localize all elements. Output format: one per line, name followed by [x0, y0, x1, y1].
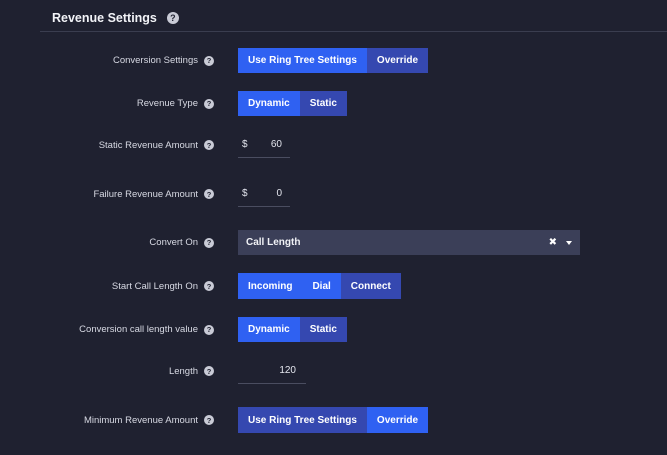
conversion-call-length-value-toggle: Dynamic Static [238, 317, 347, 342]
start-call-length-on-toggle: Incoming Dial Connect [238, 273, 401, 299]
help-icon[interactable]: ? [204, 281, 214, 291]
help-icon[interactable]: ? [204, 189, 214, 199]
use-ring-tree-settings-button[interactable]: Use Ring Tree Settings [238, 407, 367, 433]
dynamic-button[interactable]: Dynamic [238, 317, 300, 342]
revenue-type-toggle: Dynamic Static [238, 91, 347, 116]
help-icon[interactable]: ? [204, 415, 214, 425]
static-button[interactable]: Static [299, 317, 347, 342]
help-icon[interactable]: ? [204, 366, 214, 376]
dial-button[interactable]: Dial [302, 273, 341, 299]
static-revenue-amount-input[interactable]: $ 60 [238, 132, 290, 158]
convert-on-value: Call Length [246, 237, 301, 248]
conversion-call-length-value-row: Conversion call length value ? Dynamic S… [0, 317, 667, 342]
help-icon[interactable]: ? [204, 98, 214, 109]
help-icon[interactable]: ? [204, 55, 214, 66]
currency-symbol: $ [242, 139, 248, 150]
incoming-button[interactable]: Incoming [238, 273, 303, 299]
help-icon[interactable]: ? [204, 237, 214, 248]
conversion-settings-row: Conversion Settings ? Use Ring Tree Sett… [0, 48, 667, 73]
start-call-length-on-row: Start Call Length On ? Incoming Dial Con… [0, 273, 667, 299]
static-revenue-amount-value[interactable]: 60 [260, 139, 290, 150]
revenue-type-label: Revenue Type [136, 98, 198, 109]
length-label: Length [168, 365, 198, 377]
section-divider [40, 31, 667, 32]
override-button[interactable]: Override [366, 407, 429, 433]
currency-symbol: $ [242, 188, 248, 199]
failure-revenue-amount-row: Failure Revenue Amount ? $ 0 [0, 181, 667, 207]
static-revenue-amount-row: Static Revenue Amount ? $ 60 [0, 132, 667, 158]
start-call-length-on-label: Start Call Length On [111, 280, 198, 292]
section-title: Revenue Settings ? [52, 10, 179, 26]
failure-revenue-amount-label: Failure Revenue Amount [93, 188, 198, 200]
help-icon[interactable]: ? [204, 140, 214, 150]
failure-revenue-amount-value[interactable]: 0 [260, 188, 290, 199]
convert-on-row: Convert On ? Call Length ✖ [0, 230, 667, 255]
convert-on-label: Convert On [149, 237, 198, 248]
use-ring-tree-settings-button[interactable]: Use Ring Tree Settings [238, 48, 367, 73]
failure-revenue-amount-input[interactable]: $ 0 [238, 181, 290, 207]
length-input[interactable]: 120 [238, 358, 306, 384]
dynamic-button[interactable]: Dynamic [238, 91, 300, 116]
minimum-revenue-amount-label: Minimum Revenue Amount [83, 414, 198, 426]
minimum-revenue-amount-row: Minimum Revenue Amount ? Use Ring Tree S… [0, 407, 667, 433]
static-revenue-amount-label: Static Revenue Amount [98, 139, 198, 151]
section-title-text: Revenue Settings [52, 11, 157, 25]
minimum-revenue-amount-toggle: Use Ring Tree Settings Override [238, 407, 429, 433]
conversion-settings-toggle: Use Ring Tree Settings Override [238, 48, 429, 73]
chevron-down-icon[interactable] [566, 240, 572, 245]
help-icon[interactable]: ? [166, 12, 179, 24]
static-button[interactable]: Static [299, 91, 347, 116]
length-row: Length ? 120 [0, 358, 667, 384]
convert-on-select[interactable]: Call Length ✖ [238, 230, 580, 255]
conversion-settings-label: Conversion Settings [112, 55, 198, 66]
help-icon[interactable]: ? [204, 324, 214, 335]
conversion-call-length-value-label: Conversion call length value [79, 324, 198, 335]
revenue-type-row: Revenue Type ? Dynamic Static [0, 91, 667, 116]
override-button[interactable]: Override [366, 48, 429, 73]
clear-icon[interactable]: ✖ [549, 237, 557, 248]
revenue-settings-page: Revenue Settings ? Conversion Settings ?… [0, 0, 667, 455]
connect-button[interactable]: Connect [340, 273, 401, 299]
